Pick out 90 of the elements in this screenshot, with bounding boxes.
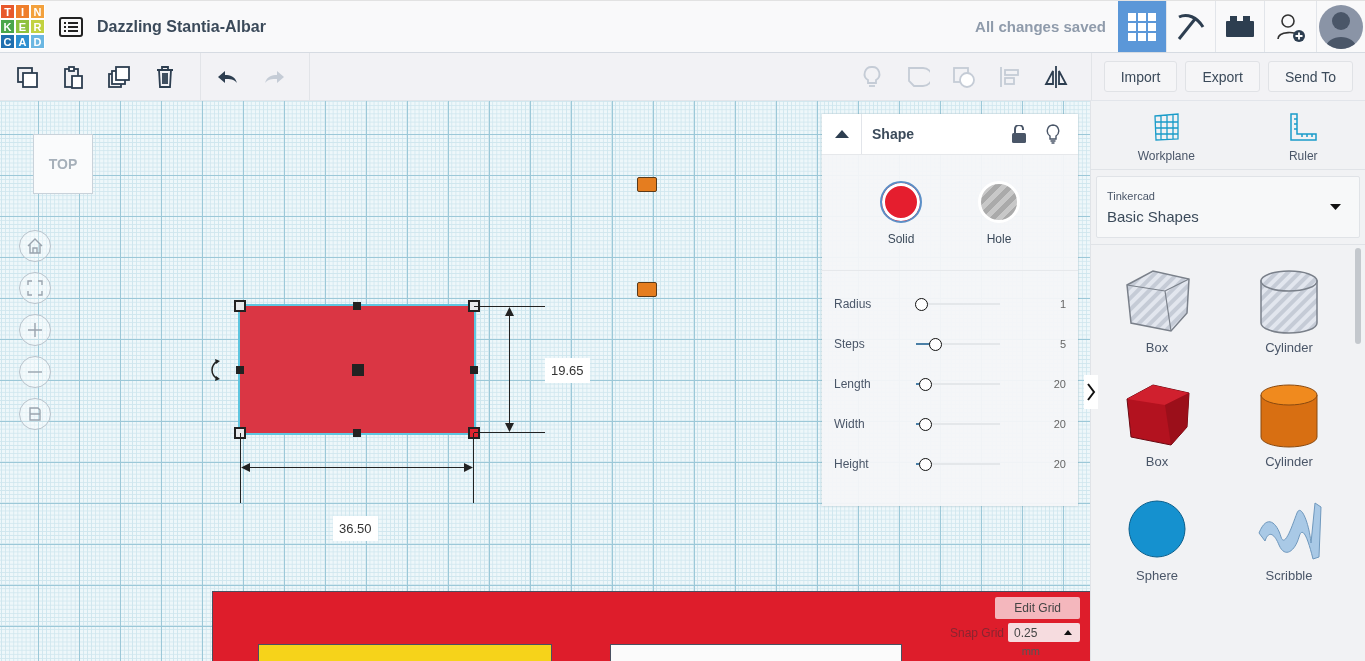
edit-grid-button[interactable]: Edit Grid (995, 597, 1080, 619)
slider-thumb[interactable] (915, 297, 928, 311)
width-dimension-label[interactable]: 36.50 (333, 516, 378, 541)
height-dimension-label[interactable]: 19.65 (545, 358, 590, 383)
block-shape[interactable] (258, 644, 552, 661)
param-value: 1 (1058, 298, 1066, 310)
corner-handle[interactable] (234, 300, 246, 312)
caret-icon (1064, 630, 1072, 635)
toolbar-button[interactable]: Import (1103, 61, 1178, 92)
logo-letter: R (30, 19, 45, 34)
fit-view-icon (27, 280, 43, 296)
dropdown-caret-icon (1330, 204, 1341, 210)
shape-library-item[interactable]: Cylinder (1223, 265, 1355, 355)
rotate-arrow-icon[interactable] (208, 358, 222, 382)
zoom-out-icon (27, 370, 43, 374)
unit-label: mm (1021, 646, 1040, 657)
mirror-icon (1043, 64, 1068, 89)
shape-library-item[interactable]: Cylinder (1223, 379, 1355, 469)
param-value: 20 (1052, 418, 1066, 430)
param-value: 20 (1052, 458, 1066, 470)
snap-grid-dropdown[interactable]: 0.25 (1008, 623, 1080, 642)
param-value: 5 (1058, 338, 1066, 350)
shape-mode-option[interactable]: Hole (969, 181, 1029, 270)
list-menu-icon[interactable] (59, 16, 83, 37)
group-icon (905, 64, 930, 89)
copy-icon (15, 64, 39, 89)
save-status: All changes saved (975, 18, 1106, 35)
logo-letter: A (15, 34, 30, 49)
sidebar-tool-button[interactable]: Ruler (1288, 113, 1319, 163)
ungroup-icon (951, 64, 976, 89)
corner-handle[interactable] (468, 427, 480, 439)
logo-letter: C (0, 34, 15, 49)
design-title[interactable]: Dazzling Stantia-Albar (97, 17, 266, 36)
toolbar-button[interactable]: Export (1185, 61, 1260, 92)
param-label: Length (834, 377, 872, 391)
param-label: Radius (834, 297, 873, 311)
chevron-right-icon[interactable] (1084, 375, 1098, 409)
perspective-icon (29, 407, 41, 421)
slider-thumb[interactable] (919, 377, 933, 391)
panel-title: Shape (872, 126, 914, 142)
library-caption: Tinkercad (1107, 189, 1156, 202)
slider-thumb[interactable] (919, 457, 933, 471)
slider-thumb[interactable] (919, 417, 933, 431)
up-triangle-icon (834, 130, 849, 138)
param-label: Steps (834, 337, 866, 351)
shape-library-item[interactable]: Sphere (1091, 493, 1223, 583)
panel-shape[interactable] (610, 644, 902, 661)
shape-library-item[interactable]: Box (1091, 379, 1223, 469)
scrollbar[interactable] (1355, 248, 1361, 344)
add-user-icon (1275, 11, 1306, 42)
shape-library-item[interactable]: Scribble (1223, 493, 1355, 583)
side-handle[interactable] (353, 302, 361, 310)
center-handle[interactable] (352, 364, 364, 376)
param-label: Height (834, 457, 870, 471)
home-icon (27, 238, 43, 254)
logo-letter: T (0, 4, 15, 19)
side-handle[interactable] (353, 429, 361, 437)
duplicate-icon (107, 64, 131, 89)
logo-letter: K (0, 19, 15, 34)
corner-handle[interactable] (468, 300, 480, 312)
logo-letter: I (15, 4, 30, 19)
logo-letter: E (15, 19, 30, 34)
shape-library-item[interactable]: Box (1091, 265, 1223, 355)
sidebar-tool-button[interactable]: Workplane (1137, 113, 1195, 163)
side-handle[interactable] (236, 366, 244, 374)
param-value: 20 (1052, 378, 1066, 390)
side-handle[interactable] (470, 366, 478, 374)
library-name: Basic Shapes (1107, 207, 1199, 225)
align-icon (997, 64, 1022, 89)
shape-handle[interactable] (637, 177, 657, 192)
param-label: Width (834, 417, 866, 431)
shape-handle[interactable] (637, 282, 657, 297)
shape-mode-option[interactable]: Solid (871, 181, 931, 270)
snap-grid-label: Snap Grid (949, 625, 1004, 640)
corner-handle[interactable] (234, 427, 246, 439)
logo-letter: N (30, 4, 45, 19)
logo-letter: D (30, 34, 45, 49)
lightbulb-icon[interactable] (1046, 124, 1060, 144)
slider-thumb[interactable] (929, 337, 943, 351)
shape-library-dropdown[interactable]: Tinkercad Basic Shapes (1096, 176, 1360, 238)
extension-line (240, 432, 241, 504)
unlocked-padlock-icon[interactable] (1012, 125, 1026, 143)
workplane-grid[interactable]: TOP 19.65 36.50 Edit Grid Snap Grid 0.25 mm Shape Solid Hole Radius 1 Steps 5 Length 20 Width 20 Height 20 (0, 101, 1090, 661)
clipboard-icon (61, 64, 85, 89)
grid-icon (1126, 10, 1158, 43)
workplane-icon (1151, 113, 1182, 143)
ruler-icon (1288, 113, 1319, 143)
user-avatar[interactable] (1319, 4, 1363, 49)
toolbar-button[interactable]: Send To (1267, 61, 1353, 92)
zoom-in-icon (27, 322, 43, 338)
